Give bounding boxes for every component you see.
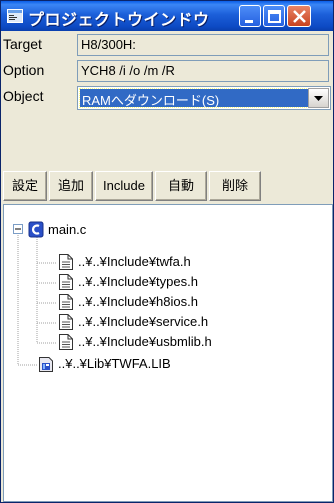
option-row: Option YCH8 /i /o /m /R bbox=[1, 58, 333, 84]
tree-node-label: ..¥..¥Include¥h8ios.h bbox=[78, 294, 198, 309]
project-window-icon bbox=[7, 9, 23, 23]
tree-node-label: ..¥..¥Include¥usbmlib.h bbox=[78, 334, 212, 349]
object-selected-value: RAMへダウンロード(S) bbox=[79, 88, 309, 108]
title-bar[interactable]: プロジェクトウインドウ bbox=[1, 1, 333, 31]
document-icon bbox=[59, 314, 73, 330]
tree-node-label: ..¥..¥Include¥service.h bbox=[78, 314, 209, 329]
tree-connector-lines bbox=[17, 229, 56, 366]
tree-node-label: ..¥..¥Include¥twfa.h bbox=[78, 254, 191, 269]
project-window: プロジェクトウインドウ Target H8/300H: Option YCH8 … bbox=[0, 0, 334, 503]
object-label: Object bbox=[3, 88, 44, 104]
document-icon bbox=[59, 294, 73, 310]
add-button[interactable]: 追加 bbox=[49, 171, 93, 201]
tree-node-label: ..¥..¥Lib¥TWFA.LIB bbox=[58, 356, 171, 371]
tree-node-label: ..¥..¥Include¥types.h bbox=[78, 274, 198, 289]
document-icon bbox=[59, 274, 73, 290]
delete-button[interactable]: 削除 bbox=[209, 171, 261, 201]
object-dropdown-button[interactable] bbox=[308, 88, 329, 108]
library-icon bbox=[39, 357, 53, 372]
project-tree[interactable]: main.c ..¥..¥Include¥twfa.h ..¥..¥Includ… bbox=[3, 204, 333, 502]
document-icon bbox=[59, 334, 73, 350]
tree-node-label: main.c bbox=[48, 222, 87, 237]
close-icon bbox=[293, 10, 306, 23]
chevron-down-icon bbox=[314, 96, 323, 101]
minus-box-icon[interactable] bbox=[13, 224, 23, 234]
toolbar: 設定 追加 Include 自動 削除 bbox=[3, 171, 333, 203]
document-icon bbox=[59, 254, 73, 270]
settings-button[interactable]: 設定 bbox=[3, 171, 47, 201]
option-label: Option bbox=[3, 62, 45, 78]
window-title: プロジェクトウインドウ bbox=[28, 10, 210, 29]
option-field[interactable]: YCH8 /i /o /m /R bbox=[77, 60, 329, 82]
maximize-icon bbox=[268, 10, 281, 23]
object-select[interactable]: RAMへダウンロード(S) bbox=[77, 86, 331, 110]
auto-button[interactable]: 自動 bbox=[155, 171, 207, 201]
include-button[interactable]: Include bbox=[95, 171, 153, 201]
minimize-button[interactable] bbox=[239, 5, 261, 27]
minimize-icon bbox=[245, 20, 253, 23]
target-row: Target H8/300H: bbox=[1, 32, 333, 58]
object-row: Object RAMへダウンロード(S) bbox=[1, 84, 333, 110]
maximize-button[interactable] bbox=[263, 5, 285, 27]
c-source-icon bbox=[28, 221, 44, 238]
target-field[interactable]: H8/300H: bbox=[77, 34, 329, 56]
close-button[interactable] bbox=[287, 5, 311, 27]
target-label: Target bbox=[3, 36, 42, 52]
